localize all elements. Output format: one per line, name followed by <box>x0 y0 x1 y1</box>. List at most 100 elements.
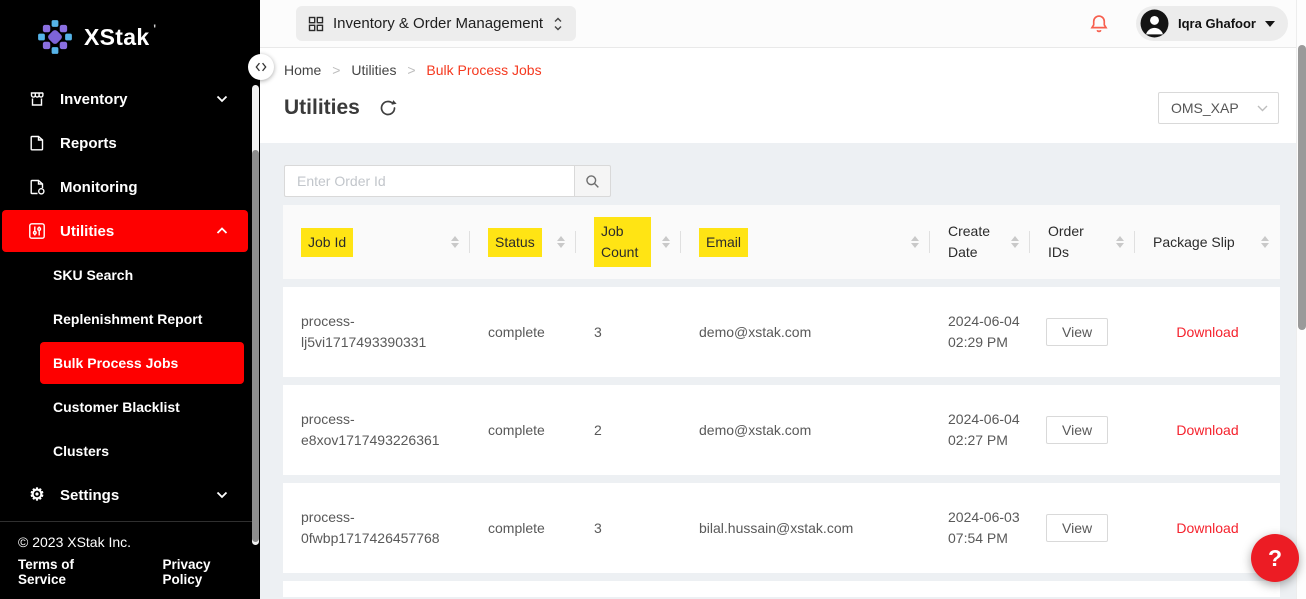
sidebar-item-label: Settings <box>60 487 119 504</box>
sorter-icon[interactable] <box>662 236 670 248</box>
sidebar-subitem-clusters[interactable]: Clusters <box>40 430 244 472</box>
cell-create-date: 2024-06-03 07:54 PM <box>930 507 1030 549</box>
bulk-process-jobs-table: Job Id Status Job Count Email Create Dat… <box>283 205 1280 597</box>
sidebar-item-label: Utilities <box>60 223 114 240</box>
cell-create-date: 2024-06-04 02:27 PM <box>930 409 1030 451</box>
sidebar-scrollbar[interactable] <box>252 85 259 545</box>
sidebar-item-monitoring[interactable]: Monitoring <box>2 166 248 208</box>
brand-logo: XStak <box>0 0 260 64</box>
sidebar-subitem-sku-search[interactable]: SKU Search <box>40 254 244 296</box>
sidebar-subitem-customer-blacklist[interactable]: Customer Blacklist <box>40 386 244 428</box>
sorter-icon[interactable] <box>451 236 459 248</box>
refresh-icon[interactable] <box>378 98 398 118</box>
help-button[interactable]: ? <box>1251 534 1299 582</box>
chevron-down-icon <box>216 491 228 499</box>
page-title: Utilities <box>284 96 360 120</box>
cell-status: complete <box>470 518 576 539</box>
table-row: process-lj5vi1717493390331 complete 3 de… <box>283 287 1280 377</box>
table-row: process-e8xov1717493226361 complete 2 de… <box>283 385 1280 475</box>
breadcrumb: Home > Utilities > Bulk Process Jobs <box>260 48 1296 78</box>
sidebar-item-reports[interactable]: Reports <box>2 122 248 164</box>
header-label: Order IDs <box>1048 221 1105 263</box>
sorter-icon[interactable] <box>1261 236 1269 248</box>
user-name: Iqra Ghafoor <box>1178 16 1256 31</box>
user-menu[interactable]: Iqra Ghafoor <box>1136 6 1288 41</box>
sidebar-item-inventory[interactable]: Inventory <box>2 78 248 120</box>
app-switcher-label: Inventory & Order Management <box>333 15 543 32</box>
cell-job-id: process-e8xov1717493226361 <box>283 409 470 451</box>
breadcrumb-separator: > <box>407 62 415 78</box>
download-package-slip-link[interactable]: Download <box>1176 518 1238 539</box>
column-header-create-date[interactable]: Create Date <box>930 205 1030 279</box>
column-header-job-id[interactable]: Job Id <box>283 205 470 279</box>
sidebar-menu: Inventory Reports Monito <box>0 78 260 516</box>
cell-status: complete <box>470 420 576 441</box>
chevron-down-icon <box>216 95 228 103</box>
caret-down-icon <box>1265 21 1275 27</box>
header-label: Package Slip <box>1153 232 1235 253</box>
grid-icon <box>308 16 324 32</box>
cell-email: demo@xstak.com <box>681 322 930 343</box>
gear-icon: ⚙ <box>28 486 46 504</box>
main-content: Home > Utilities > Bulk Process Jobs Uti… <box>260 48 1296 599</box>
header-label-highlighted: Job Id <box>301 228 353 257</box>
avatar <box>1140 9 1169 38</box>
chevron-up-icon <box>216 227 228 235</box>
sidebar: XStak Inventory Reports <box>0 0 260 599</box>
cell-job-id: process-0fwbp1717426457768 <box>283 507 470 549</box>
column-header-status[interactable]: Status <box>470 205 576 279</box>
download-package-slip-link[interactable]: Download <box>1176 420 1238 441</box>
sorter-icon[interactable] <box>1011 236 1019 248</box>
table-header-row: Job Id Status Job Count Email Create Dat… <box>283 205 1280 279</box>
header-label-highlighted: Status <box>488 228 542 257</box>
cell-create-date: 2024-06-04 02:29 PM <box>930 311 1030 353</box>
view-order-ids-button[interactable]: View <box>1046 416 1108 444</box>
sorter-icon[interactable] <box>911 236 919 248</box>
sorter-icon[interactable] <box>1116 236 1124 248</box>
chevron-down-icon <box>1257 105 1268 112</box>
store-icon <box>28 90 46 108</box>
notification-bell-icon[interactable] <box>1088 13 1110 35</box>
page-scrollbar[interactable] <box>1296 0 1306 599</box>
sidebar-item-label: Monitoring <box>60 179 137 196</box>
breadcrumb-home[interactable]: Home <box>284 62 321 78</box>
header-label-highlighted: Job Count <box>594 217 651 267</box>
report-file-icon <box>28 134 46 152</box>
sidebar-scrollbar-thumb[interactable] <box>252 150 259 542</box>
sidebar-subitem-bulk-process-jobs[interactable]: Bulk Process Jobs <box>40 342 244 384</box>
sorter-icon[interactable] <box>557 236 565 248</box>
sidebar-footer: © 2023 XStak Inc. Terms of Service Priva… <box>0 521 252 599</box>
privacy-policy-link[interactable]: Privacy Policy <box>162 557 252 587</box>
sidebar-subitem-label: Replenishment Report <box>53 311 202 327</box>
search-icon <box>584 173 601 190</box>
sidebar-item-settings[interactable]: ⚙ Settings <box>2 474 248 516</box>
view-order-ids-button[interactable]: View <box>1046 514 1108 542</box>
column-header-job-count[interactable]: Job Count <box>576 205 681 279</box>
cell-status: complete <box>470 322 576 343</box>
sidebar-subitem-replenishment-report[interactable]: Replenishment Report <box>40 298 244 340</box>
view-order-ids-button[interactable]: View <box>1046 318 1108 346</box>
swap-vertical-icon <box>552 16 564 32</box>
header-label-highlighted: Email <box>699 228 748 257</box>
order-id-search-input[interactable] <box>284 165 574 197</box>
table-row: process-0fwbp1717426457768 complete 3 bi… <box>283 483 1280 573</box>
page-scrollbar-thumb[interactable] <box>1298 45 1306 330</box>
store-selector-dropdown[interactable]: OMS_XAP <box>1158 92 1279 124</box>
sidebar-subitem-label: Customer Blacklist <box>53 399 180 415</box>
breadcrumb-utilities[interactable]: Utilities <box>351 62 396 78</box>
sidebar-item-label: Reports <box>60 135 117 152</box>
cell-job-id: process-lj5vi1717493390331 <box>283 311 470 353</box>
cell-job-count: 2 <box>576 420 681 441</box>
app-switcher-button[interactable]: Inventory & Order Management <box>296 6 576 41</box>
sidebar-collapse-button[interactable] <box>248 54 274 80</box>
cell-job-count: 3 <box>576 518 681 539</box>
column-header-email[interactable]: Email <box>681 205 930 279</box>
download-package-slip-link[interactable]: Download <box>1176 322 1238 343</box>
column-header-order-ids[interactable]: Order IDs <box>1030 205 1135 279</box>
search-button[interactable] <box>574 165 611 197</box>
terms-of-service-link[interactable]: Terms of Service <box>18 557 123 587</box>
column-header-package-slip[interactable]: Package Slip <box>1135 205 1280 279</box>
cell-email: bilal.hussain@xstak.com <box>681 518 930 539</box>
sidebar-item-utilities[interactable]: Utilities <box>2 210 248 252</box>
sidebar-item-label: Inventory <box>60 91 128 108</box>
